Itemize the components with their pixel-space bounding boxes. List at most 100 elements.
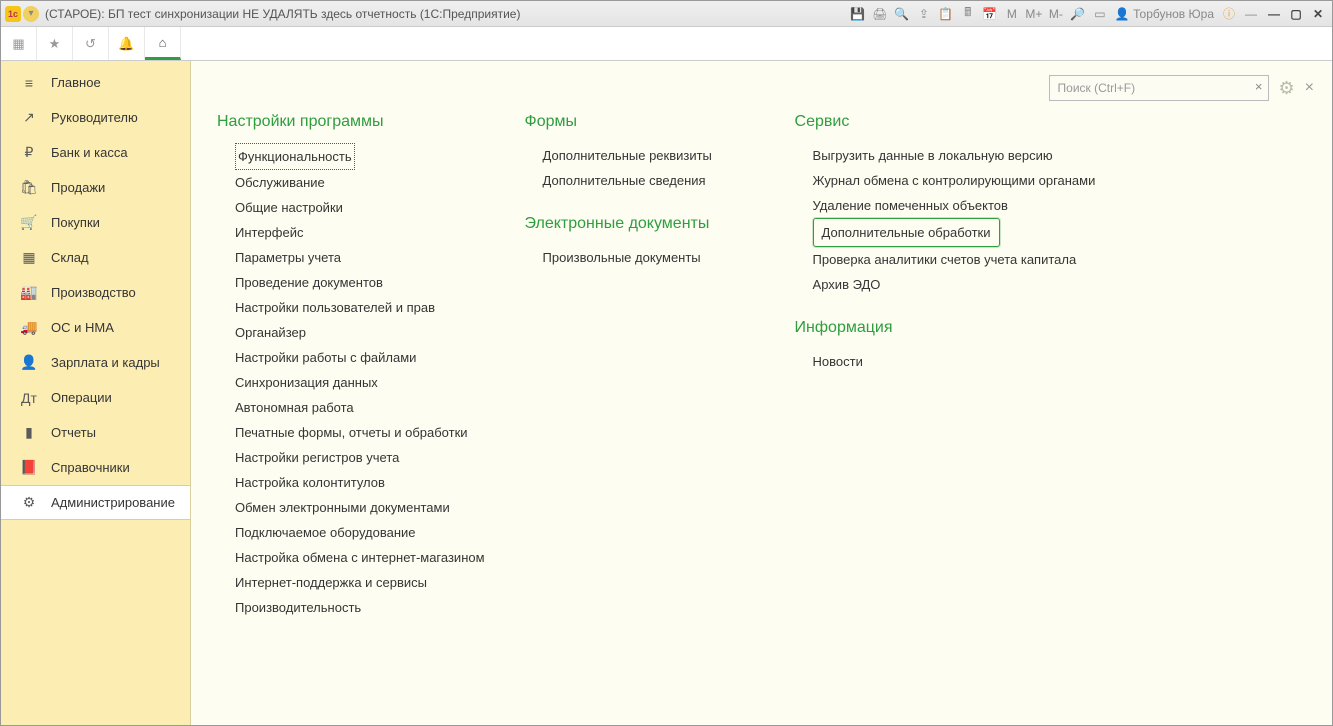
- menu-link[interactable]: Проверка аналитики счетов учета капитала: [813, 247, 1077, 272]
- sidebar-item-2[interactable]: ₽Банк и касса: [1, 135, 190, 170]
- print-icon[interactable]: 🖨: [871, 5, 889, 23]
- menu-link[interactable]: Автономная работа: [235, 395, 354, 420]
- menu-link[interactable]: Настройки работы с файлами: [235, 345, 416, 370]
- menu-link[interactable]: Выгрузить данные в локальную версию: [813, 143, 1053, 168]
- menu-link[interactable]: Проведение документов: [235, 270, 383, 295]
- settings-gear-icon[interactable]: ⚙: [1279, 78, 1295, 99]
- main-toolbar: ▦ ★ ↺ 🔔 ⌂: [1, 27, 1332, 61]
- sidebar-item-5[interactable]: ▦ Склад: [1, 240, 190, 275]
- menu-link[interactable]: Настройки регистров учета: [235, 445, 399, 470]
- link-list: Новости: [795, 349, 1096, 374]
- menu-link[interactable]: Интернет-поддержка и сервисы: [235, 570, 427, 595]
- compare-icon[interactable]: ⇪: [915, 5, 933, 23]
- sidebar-icon: ≡: [19, 75, 39, 91]
- menu-link[interactable]: Синхронизация данных: [235, 370, 378, 395]
- menu-link[interactable]: Настройка обмена с интернет-магазином: [235, 545, 485, 570]
- calculator-icon[interactable]: 🖩: [959, 5, 977, 23]
- window-title: (СТАРОЕ): БП тест синхронизации НЕ УДАЛЯ…: [45, 7, 520, 21]
- search-input[interactable]: [1049, 75, 1269, 101]
- m-minus-button[interactable]: M-: [1047, 5, 1065, 23]
- menu-link[interactable]: Удаление помеченных объектов: [813, 193, 1008, 218]
- group-title: Электронные документы: [525, 215, 755, 233]
- sidebar-label: Операции: [51, 390, 112, 405]
- menu-link[interactable]: Производительность: [235, 595, 361, 620]
- menu-dash-icon[interactable]: —: [1242, 5, 1260, 23]
- menu-link[interactable]: Параметры учета: [235, 245, 341, 270]
- sidebar-icon: 📕: [19, 459, 39, 476]
- user-chip[interactable]: 👤 Торбунов Юра: [1115, 7, 1214, 21]
- sidebar-label: Главное: [51, 75, 101, 90]
- info-icon[interactable]: ⓘ: [1220, 5, 1238, 23]
- sidebar-item-6[interactable]: 🏭 Производство: [1, 275, 190, 310]
- menu-link[interactable]: Интерфейс: [235, 220, 303, 245]
- menu-link[interactable]: Архив ЭДО: [813, 272, 881, 297]
- menu-link[interactable]: Подключаемое оборудование: [235, 520, 416, 545]
- menu-link[interactable]: Новости: [813, 349, 863, 374]
- window-close[interactable]: ✕: [1308, 6, 1328, 22]
- search-clear-icon[interactable]: ×: [1255, 79, 1263, 94]
- sidebar-item-10[interactable]: ▮Отчеты: [1, 415, 190, 450]
- sidebar-item-8[interactable]: 👤Зарплата и кадры: [1, 345, 190, 380]
- sidebar-label: Продажи: [51, 180, 105, 195]
- sidebar-icon: ⚙: [19, 494, 39, 511]
- menu-link[interactable]: Произвольные документы: [543, 245, 701, 270]
- m-button[interactable]: M: [1003, 5, 1021, 23]
- home-tab[interactable]: ⌂: [145, 27, 181, 60]
- app-logo-icon: 1c: [5, 6, 21, 22]
- menu-link[interactable]: Общие настройки: [235, 195, 343, 220]
- sidebar-icon: 🏭: [19, 284, 39, 301]
- menu-link[interactable]: Настройка колонтитулов: [235, 470, 385, 495]
- menu-link[interactable]: Печатные формы, отчеты и обработки: [235, 420, 468, 445]
- menu-link[interactable]: Журнал обмена с контролирующими органами: [813, 168, 1096, 193]
- calendar-icon[interactable]: 📅: [981, 5, 999, 23]
- sidebar-label: ОС и НМА: [51, 320, 114, 335]
- favorite-icon[interactable]: ★: [37, 27, 73, 60]
- history-icon[interactable]: ↺: [73, 27, 109, 60]
- menu-link[interactable]: Функциональность: [235, 143, 355, 170]
- link-list: Дополнительные реквизитыДополнительные с…: [525, 143, 755, 193]
- m-plus-button[interactable]: M+: [1025, 5, 1043, 23]
- sidebar-item-11[interactable]: 📕 Справочники: [1, 450, 190, 485]
- sidebar-item-9[interactable]: Дт Операции: [1, 380, 190, 415]
- sidebar-label: Склад: [51, 250, 89, 265]
- sidebar-icon: 🛍: [19, 179, 39, 196]
- sidebar-label: Справочники: [51, 460, 130, 475]
- group-title: Информация: [795, 319, 1096, 337]
- sidebar-item-12[interactable]: ⚙ Администрирование: [1, 485, 190, 520]
- sidebar-item-1[interactable]: ↗Руководителю: [1, 100, 190, 135]
- content-column-2: СервисВыгрузить данные в локальную верси…: [795, 107, 1096, 642]
- content-column-1: ФормыДополнительные реквизитыДополнитель…: [525, 107, 755, 642]
- group-block: Настройки программыФункциональностьОбслу…: [217, 113, 485, 620]
- menu-link[interactable]: Дополнительные сведения: [543, 168, 706, 193]
- link-list: Произвольные документы: [525, 245, 755, 270]
- save-icon[interactable]: 💾: [849, 5, 867, 23]
- menu-link[interactable]: Настройки пользователей и прав: [235, 295, 435, 320]
- sidebar-item-4[interactable]: 🛒Покупки: [1, 205, 190, 240]
- clipboard-icon[interactable]: 📋: [937, 5, 955, 23]
- link-list: ФункциональностьОбслуживаниеОбщие настро…: [217, 143, 485, 620]
- apps-grid-icon[interactable]: ▦: [1, 27, 37, 60]
- dropdown-badge-icon[interactable]: ▾: [23, 6, 39, 22]
- content-column-0: Настройки программыФункциональностьОбслу…: [217, 107, 485, 642]
- window-minimize[interactable]: —: [1264, 6, 1284, 22]
- panel-close-icon[interactable]: ×: [1305, 79, 1314, 97]
- window-maximize[interactable]: ▢: [1286, 6, 1306, 22]
- menu-link[interactable]: Обслуживание: [235, 170, 325, 195]
- sidebar-icon: Дт: [19, 390, 39, 406]
- preview-icon[interactable]: 🔍: [893, 5, 911, 23]
- notifications-icon[interactable]: 🔔: [109, 27, 145, 60]
- menu-link[interactable]: Обмен электронными документами: [235, 495, 450, 520]
- sidebar-label: Администрирование: [51, 495, 175, 510]
- sidebar-icon: 🚚: [19, 319, 39, 336]
- group-block: СервисВыгрузить данные в локальную верси…: [795, 113, 1096, 297]
- zoom-icon[interactable]: 🔎: [1069, 5, 1087, 23]
- sidebar-item-7[interactable]: 🚚 ОС и НМА: [1, 310, 190, 345]
- sidebar-label: Производство: [51, 285, 136, 300]
- sidebar-item-3[interactable]: 🛍 Продажи: [1, 170, 190, 205]
- menu-link[interactable]: Дополнительные обработки: [813, 218, 1000, 247]
- menu-link[interactable]: Дополнительные реквизиты: [543, 143, 712, 168]
- menu-link[interactable]: Органайзер: [235, 320, 306, 345]
- sidebar-icon: ▦: [19, 249, 39, 266]
- panels-icon[interactable]: ▭: [1091, 5, 1109, 23]
- sidebar-item-0[interactable]: ≡ Главное: [1, 65, 190, 100]
